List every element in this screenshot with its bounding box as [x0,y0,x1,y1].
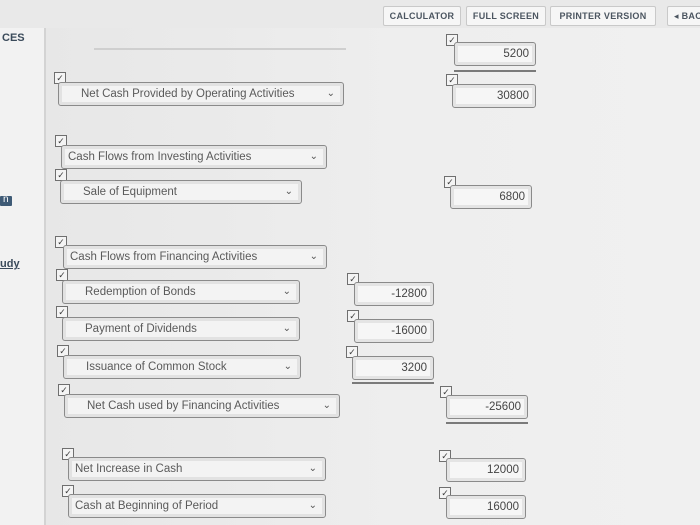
chevron-down-icon: ⌄ [284,186,293,197]
issuance-of-common-stock-label: Issuance of Common Stock [86,361,227,373]
full-screen-button[interactable]: FULL SCREEN [466,6,546,26]
financing-total-select[interactable]: Net Cash used by Financing Activities ⌄ [64,394,340,418]
chevron-down-icon: ⌄ [282,323,291,334]
divider [94,48,346,50]
chevron-down-icon: ⌄ [308,463,317,474]
financing-total-amount[interactable]: -25600 [446,395,528,419]
net-increase-amount[interactable]: 12000 [446,458,526,482]
sidebar-icon-label: n [3,194,9,205]
financing-header-label: Cash Flows from Financing Activities [70,251,258,263]
redemption-of-bonds-label: Redemption of Bonds [85,286,196,298]
left-sidebar: CES n udy [0,28,46,525]
sidebar-study-link[interactable]: udy [0,258,20,270]
beginning-cash-amount[interactable]: 16000 [446,495,526,519]
financing-total-label: Net Cash used by Financing Activities [87,400,280,412]
net-increase-label: Net Increase in Cash [75,463,183,475]
payment-of-dividends-amount[interactable]: -16000 [354,319,434,343]
beginning-cash-select[interactable]: Cash at Beginning of Period ⌄ [68,494,326,518]
net-increase-select[interactable]: Net Increase in Cash ⌄ [68,457,326,481]
underline [352,382,434,384]
calculator-button[interactable]: CALCULATOR [383,6,461,26]
operating-total-label: Net Cash Provided by Operating Activitie… [81,88,295,100]
issuance-of-common-stock-amount[interactable]: 3200 [352,356,434,380]
sale-of-equipment-amount[interactable]: 6800 [450,185,532,209]
chevron-down-icon: ⌄ [309,251,318,262]
financing-header-select[interactable]: Cash Flows from Financing Activities ⌄ [63,245,327,269]
sidebar-top-label: CES [2,32,25,44]
sidebar-square-icon[interactable]: n [0,194,12,206]
payment-of-dividends-label: Payment of Dividends [85,323,197,335]
redemption-of-bonds-amount[interactable]: -12800 [354,282,434,306]
issuance-of-common-stock-select[interactable]: Issuance of Common Stock ⌄ [63,355,301,379]
back-button[interactable]: ◂ BAC [667,6,700,26]
chevron-down-icon: ⌄ [283,361,292,372]
underline [454,70,536,72]
sale-of-equipment-select[interactable]: Sale of Equipment ⌄ [60,180,302,204]
chevron-down-icon: ⌄ [282,286,291,297]
redemption-of-bonds-select[interactable]: Redemption of Bonds ⌄ [62,280,300,304]
underline [446,422,528,424]
chevron-down-icon: ⌄ [309,151,318,162]
chevron-down-icon: ⌄ [322,400,331,411]
top-toolbar: CALCULATOR FULL SCREEN PRINTER VERSION ◂… [0,0,700,28]
operating-subtotal-amount[interactable]: 5200 [454,42,536,66]
beginning-cash-label: Cash at Beginning of Period [75,500,219,512]
investing-header-label: Cash Flows from Investing Activities [68,151,252,163]
sale-of-equipment-label: Sale of Equipment [83,186,177,198]
payment-of-dividends-select[interactable]: Payment of Dividends ⌄ [62,317,300,341]
chevron-down-icon: ⌄ [308,500,317,511]
chevron-down-icon: ⌄ [326,88,335,99]
printer-version-button[interactable]: PRINTER VERSION [550,6,656,26]
investing-header-select[interactable]: Cash Flows from Investing Activities ⌄ [61,145,327,169]
operating-total-select[interactable]: Net Cash Provided by Operating Activitie… [58,82,344,106]
operating-total-amount[interactable]: 30800 [452,84,536,108]
